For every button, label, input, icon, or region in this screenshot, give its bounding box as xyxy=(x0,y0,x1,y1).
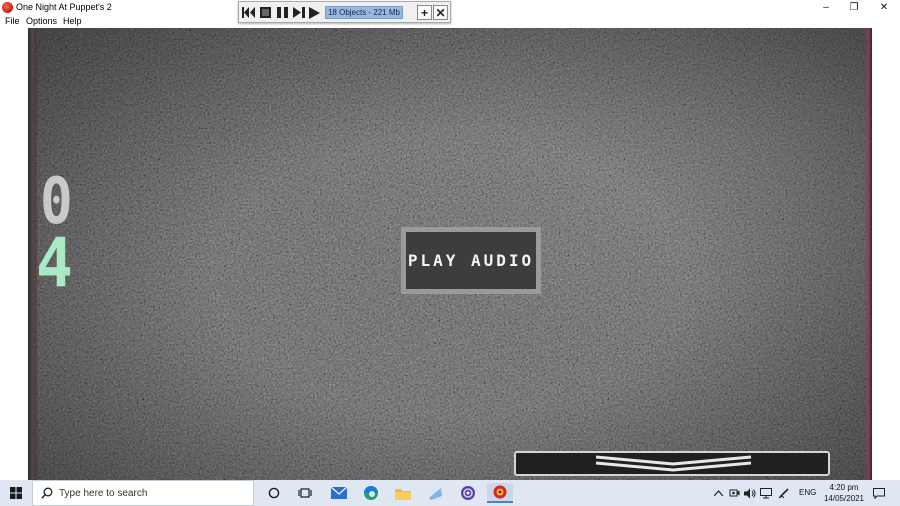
stop-button[interactable] xyxy=(258,5,273,20)
network-icon[interactable] xyxy=(760,488,772,499)
skip-back-icon xyxy=(242,7,255,18)
meet-now-icon[interactable] xyxy=(729,488,740,499)
mail-app-button[interactable] xyxy=(326,483,352,503)
menu-help[interactable]: Help xyxy=(63,16,82,27)
folder-icon xyxy=(395,488,411,500)
media-app-button[interactable] xyxy=(455,483,481,503)
minimize-button[interactable]: – xyxy=(812,0,840,15)
puppet-game-icon xyxy=(493,485,507,499)
search-placeholder: Type here to search xyxy=(59,488,148,499)
chevron-up-icon[interactable] xyxy=(714,490,723,496)
menu-file[interactable]: File xyxy=(5,16,20,27)
stop-icon xyxy=(260,7,271,18)
volume-icon[interactable] xyxy=(744,488,756,499)
game-view[interactable]: 0 4 PLAY AUDIO xyxy=(28,28,872,480)
start-button[interactable] xyxy=(0,480,32,506)
play-run-button[interactable] xyxy=(307,5,322,20)
notification-icon[interactable] xyxy=(873,488,885,499)
step-button[interactable] xyxy=(291,5,306,20)
screen: One Night At Puppet's 2 – ❐ ✕ File Optio… xyxy=(0,0,900,506)
play-audio-button[interactable]: PLAY AUDIO xyxy=(401,227,541,294)
window-title: One Night At Puppet's 2 xyxy=(16,2,112,12)
cortana-button[interactable] xyxy=(261,483,287,503)
night-digit-bottom: 4 xyxy=(36,224,73,303)
close-button[interactable]: ✕ xyxy=(870,0,898,15)
play-audio-label: PLAY AUDIO xyxy=(407,251,535,270)
toolbar-close-button[interactable]: ✕ xyxy=(433,5,448,20)
maximize-button[interactable]: ❐ xyxy=(840,0,868,15)
fusion-icon xyxy=(429,488,442,500)
taskbar-search-box[interactable]: Type here to search xyxy=(32,480,254,506)
windows-icon xyxy=(10,487,22,499)
cortana-circle-icon xyxy=(268,487,280,499)
task-view-icon xyxy=(298,488,312,498)
clock-time: 4:20 pm xyxy=(829,483,859,492)
pause-button[interactable] xyxy=(275,5,290,20)
file-explorer-button[interactable] xyxy=(390,483,416,503)
expand-button[interactable]: + xyxy=(417,5,432,20)
pen-icon[interactable] xyxy=(778,487,790,499)
purple-orb-icon xyxy=(461,486,475,500)
edge-icon xyxy=(364,486,378,500)
taskbar: Type here to search ENG 4:20 pm 14/05/20… xyxy=(0,480,900,506)
search-icon xyxy=(41,487,53,499)
object-counter: 18 Objects - 221 Mb xyxy=(325,6,403,19)
mail-icon xyxy=(331,487,347,499)
task-view-button[interactable] xyxy=(292,483,318,503)
menu-options[interactable]: Options xyxy=(26,16,57,27)
clickteam-app-button[interactable] xyxy=(422,483,448,503)
right-screen-edge xyxy=(864,28,872,480)
language-indicator[interactable]: ENG xyxy=(799,488,816,497)
camera-toggle-bar[interactable] xyxy=(514,451,830,476)
edge-browser-button[interactable] xyxy=(358,483,384,503)
clock-date: 14/05/2021 xyxy=(823,494,865,503)
pause-icon xyxy=(277,7,288,18)
play-icon xyxy=(309,6,320,19)
step-forward-icon xyxy=(292,7,305,18)
system-clock[interactable]: 4:20 pm 14/05/2021 xyxy=(820,482,868,504)
restart-button[interactable] xyxy=(241,5,256,20)
app-icon xyxy=(2,2,13,13)
double-chevron-down-icon xyxy=(595,455,752,472)
debug-toolbar: 18 Objects - 221 Mb + ✕ xyxy=(238,1,451,23)
game-taskbar-button[interactable] xyxy=(487,483,513,503)
